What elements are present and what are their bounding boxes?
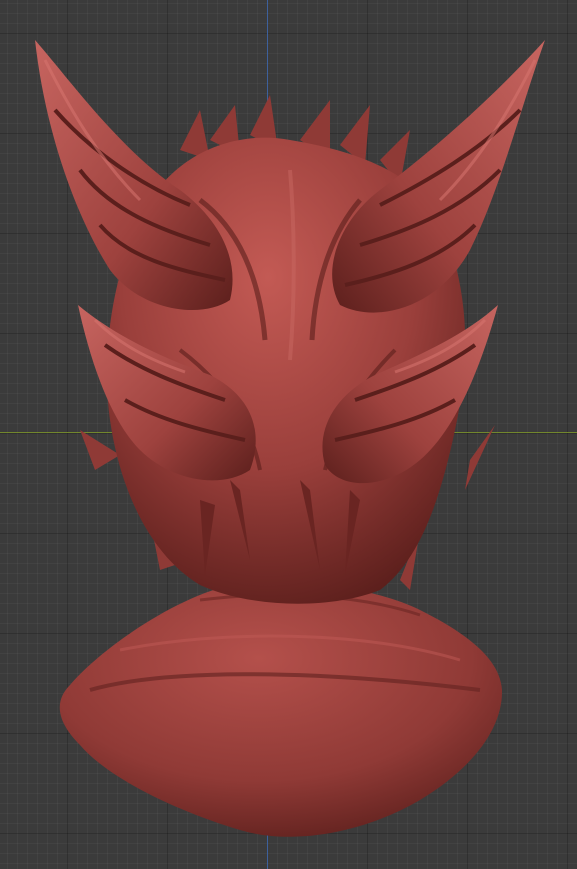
3d-viewport[interactable] — [0, 0, 577, 869]
bust-base — [59, 581, 503, 837]
sculpted-demon-head-model[interactable] — [0, 0, 577, 869]
